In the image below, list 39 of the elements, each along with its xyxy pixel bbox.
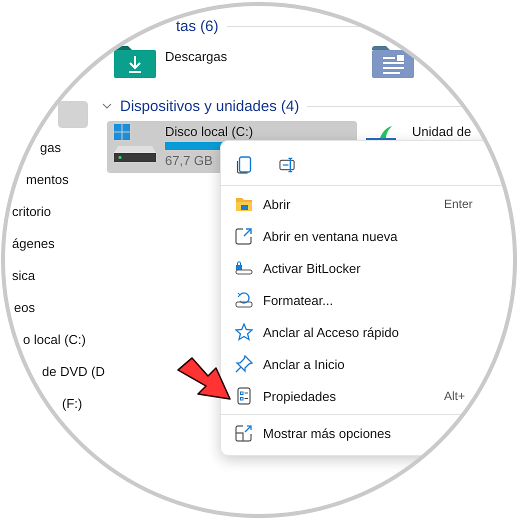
nav-item[interactable]: (F:) [62, 388, 82, 420]
nav-item[interactable]: eos [14, 292, 35, 324]
section-title: tas (6) [176, 18, 219, 34]
menu-item[interactable]: Formatear... [263, 292, 334, 308]
properties-icon [235, 387, 253, 405]
section-title: Dispositivos y unidades (4) [120, 98, 300, 114]
shortcut-text: Enter [444, 197, 474, 211]
format-drive-icon [235, 291, 253, 309]
pin-icon [235, 355, 253, 373]
nav-item[interactable]: mentos [26, 164, 69, 196]
nav-item[interactable]: critorio [12, 196, 52, 228]
folder-icon [235, 195, 253, 213]
nav-item[interactable]: de DVD (D [42, 356, 105, 388]
rename-icon[interactable] [279, 156, 296, 174]
more-options-icon [235, 424, 253, 442]
open-external-icon [235, 227, 253, 245]
nav-item[interactable]: o local (C:) [23, 324, 86, 356]
system-drive-icon [114, 124, 156, 164]
drive-space: 67,7 GB [165, 153, 213, 168]
nav-item[interactable]: ágenes [12, 228, 55, 260]
star-icon [235, 323, 253, 341]
chevron-icon[interactable] [102, 103, 112, 109]
menu-item[interactable]: Anclar al Acceso rápido [263, 324, 399, 340]
copy-icon[interactable] [236, 156, 253, 174]
folder-name[interactable]: Descargas [165, 49, 228, 64]
menu-item[interactable]: Abrir [263, 196, 290, 212]
menu-item[interactable]: Anclar a Inicio [263, 356, 345, 372]
menu-item[interactable]: Activar BitLocker [263, 260, 361, 276]
menu-item[interactable]: Abrir en ventana nueva [263, 228, 398, 244]
documents-folder-icon [372, 46, 414, 78]
shortcut-text: Alt+ [444, 389, 466, 403]
drive-name: Unidad de [412, 124, 472, 139]
menu-item[interactable]: Mostrar más opciones [263, 426, 391, 440]
nav-item[interactable]: sica [12, 260, 36, 292]
nav-item[interactable]: gas [40, 132, 61, 164]
menu-item[interactable]: Propiedades [263, 388, 336, 404]
lock-drive-icon [235, 259, 253, 277]
downloads-folder-icon [114, 46, 156, 78]
drive-name: Disco local (C:) [165, 124, 254, 139]
